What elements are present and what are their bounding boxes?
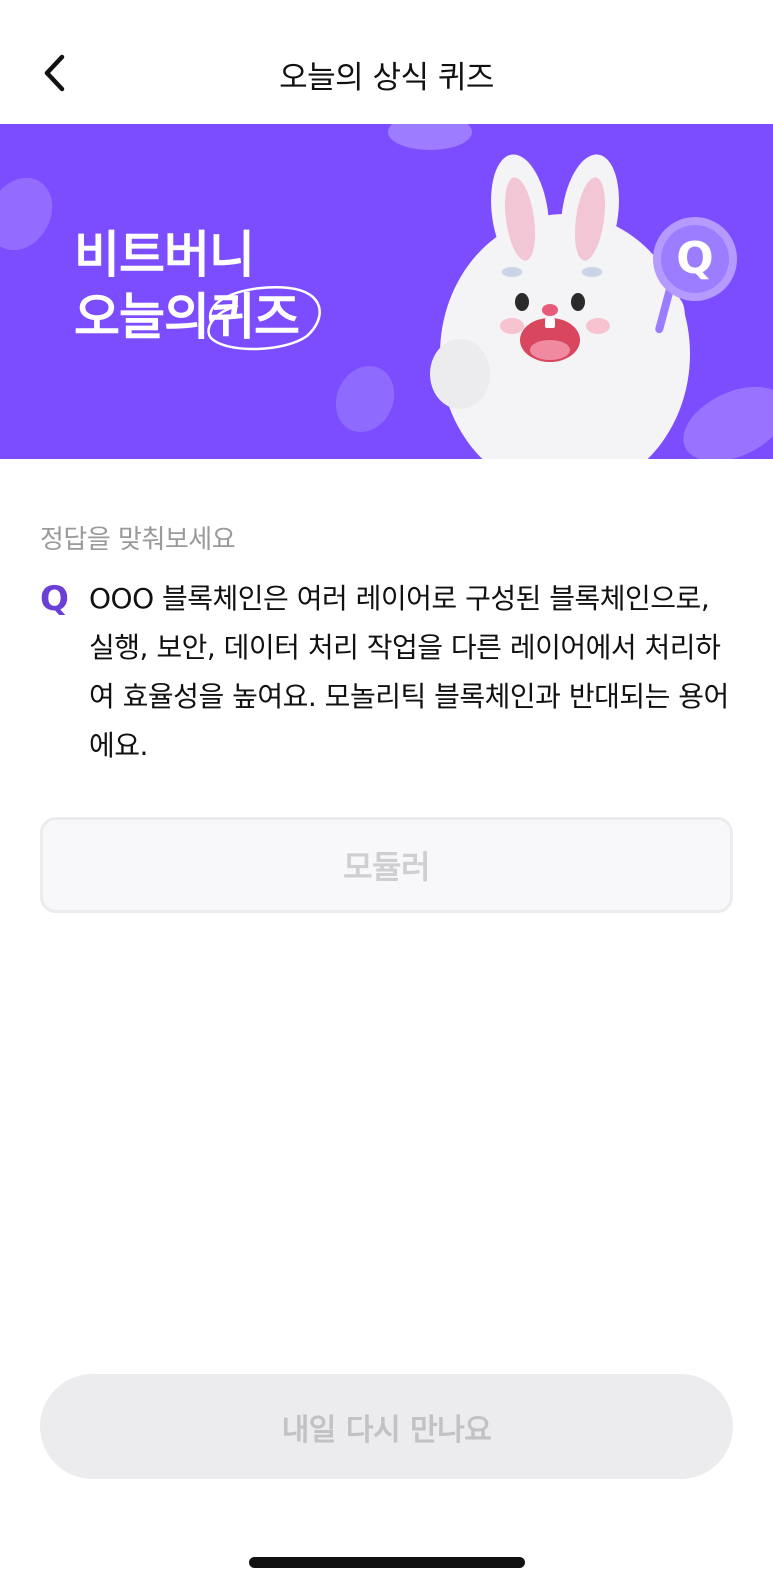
banner-title-circled: 퀴즈: [207, 286, 321, 351]
answer-text: 모듈러: [343, 848, 430, 886]
question-text: OOO 블록체인은 여러 레이어로 구성된 블록체인으로, 실행, 보안, 데이…: [89, 582, 729, 762]
banner-title: 비트버니 오늘의 퀴즈: [74, 224, 321, 351]
banner-title-line1: 비트버니: [74, 226, 255, 284]
see-you-tomorrow-label: 내일 다시 만나요: [281, 1412, 492, 1448]
question-label: Q: [40, 579, 69, 619]
home-indicator: [249, 1557, 525, 1568]
see-you-tomorrow-button[interactable]: 내일 다시 만나요: [40, 1374, 733, 1479]
page-title: 오늘의 상식 퀴즈: [279, 60, 494, 96]
banner-title-prefix: 오늘의: [74, 288, 210, 346]
q-badge-letter: Q: [676, 233, 714, 284]
quiz-banner: Q 비트버니 오늘의 퀴즈: [0, 124, 773, 459]
answer-box: 모듈러: [40, 817, 733, 913]
banner-title-keyword: 퀴즈: [209, 288, 300, 346]
banner-title-line2: 오늘의 퀴즈: [74, 286, 321, 351]
nav-bar: 오늘의 상식 퀴즈: [0, 0, 773, 124]
instruction-text: 정답을 맞춰보세요: [40, 525, 236, 555]
